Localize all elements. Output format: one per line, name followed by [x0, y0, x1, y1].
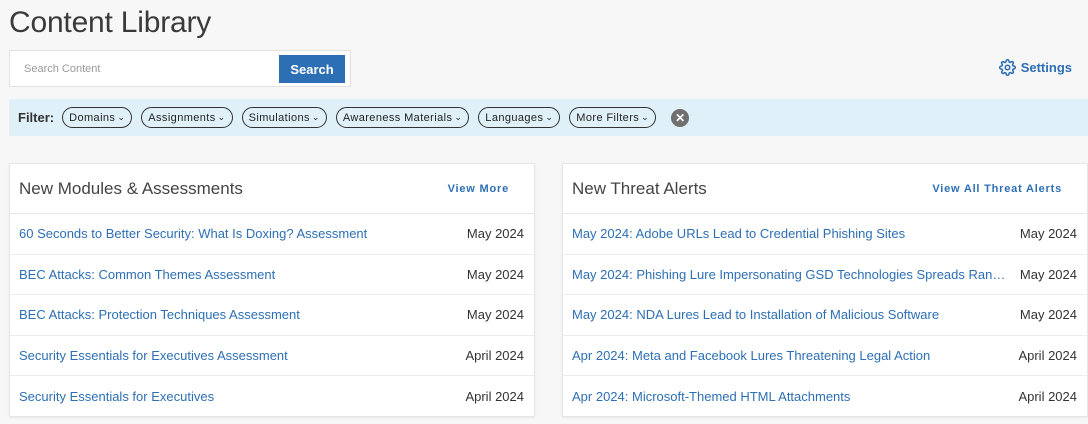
- filter-chip-more-filters[interactable]: More Filters ⌄: [569, 107, 657, 128]
- module-link[interactable]: BEC Attacks: Protection Techniques Asses…: [19, 307, 300, 322]
- modules-panel-title: New Modules & Assessments: [19, 178, 243, 198]
- chevron-down-icon: ⌄: [117, 112, 126, 122]
- list-item: May 2024: NDA Lures Lead to Installation…: [563, 295, 1087, 336]
- chevron-down-icon: ⌄: [454, 112, 463, 122]
- chevron-down-icon: ⌄: [217, 112, 226, 122]
- modules-panel: New Modules & Assessments View More 60 S…: [9, 163, 535, 417]
- threat-alerts-panel-title: New Threat Alerts: [572, 178, 707, 198]
- filter-chip-domains[interactable]: Domains ⌄: [62, 107, 133, 128]
- threat-alert-date: May 2024: [1019, 266, 1077, 282]
- search-button[interactable]: Search: [279, 55, 345, 83]
- threat-alert-link[interactable]: May 2024: NDA Lures Lead to Installation…: [572, 307, 939, 322]
- search-input[interactable]: [10, 51, 278, 86]
- module-date: April 2024: [465, 388, 524, 404]
- list-item: Security Essentials for Executives April…: [10, 376, 534, 417]
- settings-link[interactable]: Settings: [998, 59, 1072, 76]
- gear-icon: [998, 59, 1016, 76]
- view-all-threat-alerts-link[interactable]: View All Threat Alerts: [932, 183, 1062, 195]
- list-item: Apr 2024: Meta and Facebook Lures Threat…: [563, 336, 1087, 376]
- chevron-down-icon: ⌄: [641, 112, 650, 122]
- list-item: BEC Attacks: Protection Techniques Asses…: [10, 295, 534, 336]
- threat-alert-link[interactable]: Apr 2024: Meta and Facebook Lures Threat…: [572, 348, 930, 363]
- page-title: Content Library: [9, 6, 212, 39]
- filter-chip-assignments[interactable]: Assignments ⌄: [141, 107, 233, 128]
- threat-alert-link[interactable]: Apr 2024: Microsoft-Themed HTML Attachme…: [572, 389, 850, 404]
- filter-chip-languages[interactable]: Languages ⌄: [478, 107, 561, 128]
- list-item: Apr 2024: Microsoft-Themed HTML Attachme…: [563, 376, 1087, 417]
- threat-alert-date: April 2024: [1018, 388, 1077, 404]
- close-circle-icon[interactable]: ✕: [671, 108, 690, 127]
- threat-alert-date: May 2024: [1019, 307, 1077, 323]
- module-date: May 2024: [466, 307, 524, 323]
- chevron-down-icon: ⌄: [311, 112, 320, 122]
- threat-alerts-panel: New Threat Alerts View All Threat Alerts…: [562, 163, 1088, 417]
- modules-panel-header: New Modules & Assessments View More: [10, 164, 534, 214]
- filter-chip-awareness-materials[interactable]: Awareness Materials ⌄: [335, 107, 470, 128]
- threat-alert-date: May 2024: [1019, 226, 1077, 242]
- module-link[interactable]: Security Essentials for Executives: [19, 389, 214, 404]
- filter-bar: Filter: Domains ⌄ Assignments ⌄ Simulation…: [9, 99, 1088, 136]
- search-box: Search: [9, 50, 351, 87]
- list-item: May 2024: Phishing Lure Impersonating GS…: [563, 255, 1087, 295]
- module-link[interactable]: 60 Seconds to Better Security: What Is D…: [19, 226, 367, 241]
- threat-alert-link[interactable]: May 2024: Adobe URLs Lead to Credential …: [572, 226, 905, 241]
- list-item: BEC Attacks: Common Themes Assessment Ma…: [10, 255, 534, 295]
- module-date: April 2024: [465, 347, 524, 363]
- list-item: 60 Seconds to Better Security: What Is D…: [10, 214, 534, 255]
- list-item: May 2024: Adobe URLs Lead to Credential …: [563, 214, 1087, 255]
- threat-alerts-panel-header: New Threat Alerts View All Threat Alerts: [563, 164, 1087, 214]
- chevron-down-icon: ⌄: [545, 112, 554, 122]
- filter-label: Filter:: [18, 110, 55, 125]
- module-link[interactable]: BEC Attacks: Common Themes Assessment: [19, 267, 275, 282]
- view-more-link[interactable]: View More: [448, 183, 509, 195]
- module-date: May 2024: [466, 226, 524, 242]
- module-date: May 2024: [466, 266, 524, 282]
- module-link[interactable]: Security Essentials for Executives Asses…: [19, 348, 288, 363]
- settings-label: Settings: [1020, 60, 1072, 75]
- threat-alert-link[interactable]: May 2024: Phishing Lure Impersonating GS…: [572, 267, 1010, 282]
- list-item: Security Essentials for Executives Asses…: [10, 336, 534, 376]
- threat-alert-date: April 2024: [1018, 347, 1077, 363]
- filter-chip-simulations[interactable]: Simulations ⌄: [241, 107, 327, 128]
